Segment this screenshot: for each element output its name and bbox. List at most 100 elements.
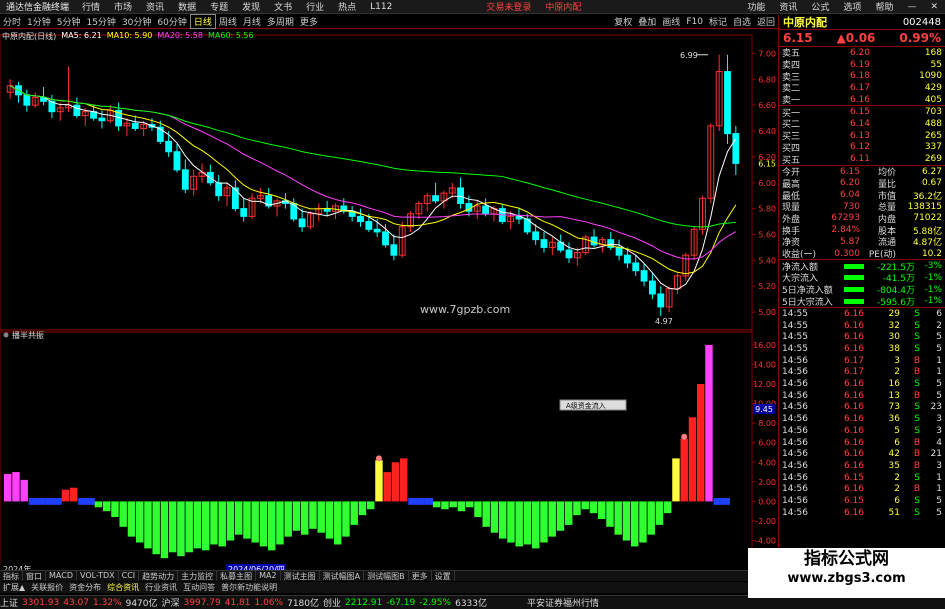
stats-row: 最高 6.20 量比 0.67 bbox=[779, 178, 945, 190]
menu-item-options[interactable]: 选项 bbox=[836, 0, 868, 13]
period-tab-weekly[interactable]: 周线 bbox=[216, 15, 240, 28]
tool-overlay-button[interactable]: 叠加 bbox=[635, 15, 659, 28]
menu-item-industry[interactable]: 行业 bbox=[299, 0, 331, 13]
menu-item-formula[interactable]: 公式 bbox=[804, 0, 836, 13]
menu-item-docs[interactable]: 文书 bbox=[267, 0, 299, 13]
period-tab-15min[interactable]: 15分钟 bbox=[83, 15, 118, 28]
indicator-tick-label: 8.00 bbox=[758, 419, 776, 428]
menu-item-news[interactable]: 资讯 bbox=[139, 0, 171, 13]
indicator-tab[interactable]: VOL-TDX bbox=[77, 571, 119, 581]
indicator-tab[interactable]: 主力监控 bbox=[178, 571, 218, 581]
menu-item-help[interactable]: 帮助 bbox=[868, 0, 900, 13]
cy-amount: 6333亿 bbox=[455, 599, 487, 609]
menu-item-data[interactable]: 数据 bbox=[171, 0, 203, 13]
bid-volume: 337 bbox=[924, 142, 942, 153]
indicator-tab[interactable]: 窗口 bbox=[23, 571, 46, 581]
tick-time: 14:56 bbox=[782, 379, 808, 390]
extension-tab[interactable]: 扩展▲ bbox=[0, 582, 28, 593]
period-tab-30min[interactable]: 30分钟 bbox=[119, 15, 154, 28]
stat-value-2: 71022 bbox=[913, 213, 942, 224]
price-tick-label: 5.40 bbox=[758, 256, 776, 265]
menu-item-info[interactable]: 资讯 bbox=[772, 0, 804, 13]
indicator-up-bar bbox=[12, 472, 20, 502]
indicator-down-bar bbox=[144, 501, 152, 549]
indicator-tab[interactable]: 测试幅图A bbox=[320, 571, 365, 581]
indicator-tab[interactable]: 指标 bbox=[0, 571, 23, 581]
menu-item-quotes[interactable]: 行情 bbox=[75, 0, 107, 13]
indicator-tab[interactable]: 测试主图 bbox=[281, 571, 320, 581]
menu-item-function[interactable]: 功能 bbox=[740, 0, 772, 13]
flows-row: 5日大宗流入 -595.6万 -1% bbox=[779, 295, 945, 308]
extension-tab[interactable]: 行业资讯 bbox=[142, 582, 180, 593]
indicator-down-bar bbox=[103, 501, 111, 512]
indicator-tab[interactable]: 设置 bbox=[432, 571, 455, 581]
cy-value: 2212.91 bbox=[345, 597, 383, 608]
tick-list[interactable]: 14:55 6.16 29 S 6 14:55 6.16 32 S 2 14:55 6.16 30 S 5 1… bbox=[779, 308, 945, 518]
indicator-tab[interactable]: 更多 bbox=[409, 571, 432, 581]
tick-price: 6.16 bbox=[843, 507, 864, 518]
period-tab-60min[interactable]: 60分钟 bbox=[154, 15, 189, 28]
extension-tab[interactable]: 综合资讯 bbox=[104, 582, 142, 593]
ask-volume: 55 bbox=[930, 59, 942, 70]
menu-item-l112[interactable]: L112 bbox=[363, 2, 399, 12]
menu-item-topic[interactable]: 专题 bbox=[203, 0, 235, 13]
stat-value: 2.84% bbox=[831, 225, 860, 236]
tick-side: S bbox=[914, 414, 920, 425]
menu-item-market[interactable]: 市场 bbox=[107, 0, 139, 13]
indicator-down-bar bbox=[111, 501, 119, 518]
indicator-tab[interactable]: CCI bbox=[119, 571, 140, 581]
indicator-up-bar bbox=[688, 417, 697, 502]
menu-item-discover[interactable]: 发现 bbox=[235, 0, 267, 13]
bid-level: 买五 bbox=[782, 155, 801, 166]
minimize-icon[interactable]: — bbox=[900, 2, 923, 12]
tick-time: 14:56 bbox=[782, 414, 808, 425]
period-tab-multi[interactable]: 多周期 bbox=[264, 15, 297, 28]
close-icon[interactable]: ✕ bbox=[923, 2, 945, 12]
indicator-tab[interactable]: MA2 bbox=[256, 571, 281, 581]
extension-tab[interactable]: 关联报价 bbox=[28, 582, 66, 593]
price-tick-label: 5.00 bbox=[758, 308, 776, 317]
tick-time: 14:56 bbox=[782, 437, 808, 448]
tick-time: 14:56 bbox=[782, 367, 808, 378]
period-tab-monthly[interactable]: 月线 bbox=[240, 15, 264, 28]
price-tick-label: 5.80 bbox=[758, 205, 776, 214]
tool-mark-button[interactable]: 标记 bbox=[706, 15, 730, 28]
kline-chart[interactable]: 7.006.806.606.406.206.005.805.605.405.20… bbox=[0, 30, 778, 580]
indicator-down-bar bbox=[226, 501, 235, 541]
extension-tab[interactable]: 互动问答 bbox=[180, 582, 218, 593]
period-tab-more[interactable]: 更多 bbox=[297, 15, 321, 28]
extension-tab[interactable]: 普尔新功能说明 bbox=[218, 582, 280, 593]
candle-down bbox=[298, 218, 306, 228]
indicator-up-bar bbox=[391, 462, 400, 502]
quote-change-pct: 0.99% bbox=[899, 31, 941, 45]
tick-price: 6.16 bbox=[843, 332, 864, 343]
flow-value: -595.6万 bbox=[876, 297, 915, 308]
tool-adjust-button[interactable]: 复权 bbox=[611, 15, 635, 28]
bid-volume: 488 bbox=[924, 118, 942, 129]
bids-row: 买一 6.15 703 bbox=[779, 106, 945, 119]
indicator-tab[interactable]: 测试幅图B bbox=[364, 571, 409, 581]
app-title: 通达信金融终端 bbox=[6, 3, 70, 13]
tool-f10-button[interactable]: F10 bbox=[683, 17, 706, 27]
menu-item-hot[interactable]: 热点 bbox=[331, 0, 363, 13]
period-tab-1min[interactable]: 1分钟 bbox=[24, 15, 54, 28]
tick-side: B bbox=[913, 484, 920, 495]
period-tab-5min[interactable]: 5分钟 bbox=[54, 15, 84, 28]
extension-tab[interactable]: 资金分布 bbox=[66, 582, 104, 593]
legend-ma10: MA10: 5.90 bbox=[106, 31, 153, 40]
tick-side: S bbox=[914, 344, 920, 355]
stat-value-2: 138315 bbox=[907, 201, 942, 212]
period-tab-intraday[interactable]: 分时 bbox=[0, 15, 24, 28]
tick-volume: 38 bbox=[888, 344, 900, 355]
tool-watchlist-button[interactable]: 自选 bbox=[730, 15, 754, 28]
indicator-tab[interactable]: MACD bbox=[46, 571, 77, 581]
indicator-tab[interactable]: 私募主图 bbox=[217, 571, 257, 581]
bids-row: 买五 6.11 269 bbox=[779, 153, 945, 166]
indicator-up-bar bbox=[61, 489, 70, 502]
trade-login-notice[interactable]: 交易未登录 bbox=[479, 0, 538, 13]
ask-price: 6.17 bbox=[849, 82, 870, 93]
tool-back-button[interactable]: 返回 bbox=[754, 15, 778, 28]
indicator-tab[interactable]: 趋势动力 bbox=[139, 571, 179, 581]
tool-draw-button[interactable]: 画线 bbox=[659, 15, 683, 28]
period-tab-daily[interactable]: 日线 bbox=[189, 14, 216, 29]
